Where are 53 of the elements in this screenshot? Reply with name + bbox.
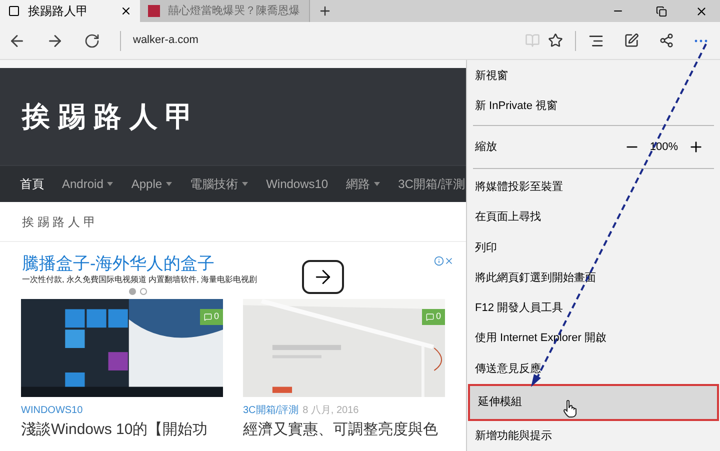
menu-item[interactable]: 列印 <box>467 232 720 263</box>
refresh-icon[interactable] <box>84 32 100 48</box>
menu-item[interactable]: F12 開發人員工具 <box>467 293 720 324</box>
zoom-in-icon[interactable] <box>688 138 704 155</box>
menu-item[interactable]: 傳送意見反應 <box>467 354 720 384</box>
post-date: 8 八月, 2016 <box>302 404 359 418</box>
share-icon[interactable] <box>659 33 674 48</box>
hand-cursor-icon <box>563 400 577 418</box>
caret-icon <box>374 182 380 186</box>
nav-link[interactable]: 首頁 <box>20 175 44 193</box>
comment-icon <box>426 312 434 321</box>
close-icon[interactable] <box>695 4 708 18</box>
caret-icon <box>107 182 114 186</box>
post-title[interactable]: 經濟又實惠、可調整亮度與色 <box>243 420 445 440</box>
more-icon[interactable] <box>694 38 708 42</box>
menu-item[interactable]: 在頁面上尋找 <box>467 202 720 233</box>
menu-item[interactable]: 新 InPrivate 視窗 <box>467 91 720 122</box>
restore-icon[interactable] <box>656 6 667 16</box>
tab-title: 囍心燈當晚爆哭？陳喬恩爆 <box>168 4 301 19</box>
nav-link[interactable]: Apple <box>131 175 172 193</box>
menu-item[interactable]: 新視窗 <box>467 61 720 92</box>
page-icon <box>8 5 20 17</box>
new-tab-icon[interactable] <box>318 4 332 18</box>
ad-close-icon[interactable] <box>444 256 454 266</box>
menu-item[interactable]: 新增功能與提示 <box>467 420 720 451</box>
menu-item[interactable]: 將媒體投影至裝置 <box>467 172 720 202</box>
caret-icon <box>242 182 248 186</box>
post-category[interactable]: 3C開箱/評測 <box>243 403 299 418</box>
nav-link[interactable]: 網路 <box>346 175 380 193</box>
comment-icon <box>204 312 212 321</box>
ad-text: 一次性付款, 永久免費国际电视频道 内置翻墙软件, 海量电影电视剧 <box>22 274 258 286</box>
ad-headline[interactable]: 騰播盒子-海外华人的盒子 <box>22 254 444 274</box>
zoom-label: 縮放 <box>475 140 498 155</box>
breadcrumb: 挨 踢 路 人 甲 <box>22 214 96 230</box>
nav-link[interactable]: Android <box>62 175 114 193</box>
zoom-value: 100% <box>650 140 678 155</box>
nav-link[interactable]: Windows10 <box>266 175 328 193</box>
menu-item[interactable]: 延伸模組 <box>468 384 719 421</box>
browser-tab[interactable]: 挨踢路人甲 <box>0 0 140 22</box>
nav-link[interactable]: 電腦技術 <box>190 175 248 193</box>
menu-item[interactable]: 使用 Internet Explorer 開啟 <box>467 323 720 354</box>
post-title[interactable]: 淺談Windows 10的【開始功 <box>21 420 223 440</box>
ad-info-icon[interactable] <box>434 256 444 266</box>
close-tab-icon[interactable] <box>120 5 132 17</box>
post-category[interactable]: WINDOWS10 <box>21 403 83 418</box>
site-favicon <box>148 5 160 17</box>
caret-icon <box>166 182 172 186</box>
favorite-star-icon[interactable] <box>548 33 563 48</box>
next-arrow-button[interactable] <box>302 260 344 294</box>
site-title: 挨 踢 路 人 甲 <box>22 100 194 134</box>
web-note-icon[interactable] <box>624 33 639 48</box>
hub-icon[interactable] <box>588 32 604 48</box>
tab-title: 挨踢路人甲 <box>28 3 89 20</box>
